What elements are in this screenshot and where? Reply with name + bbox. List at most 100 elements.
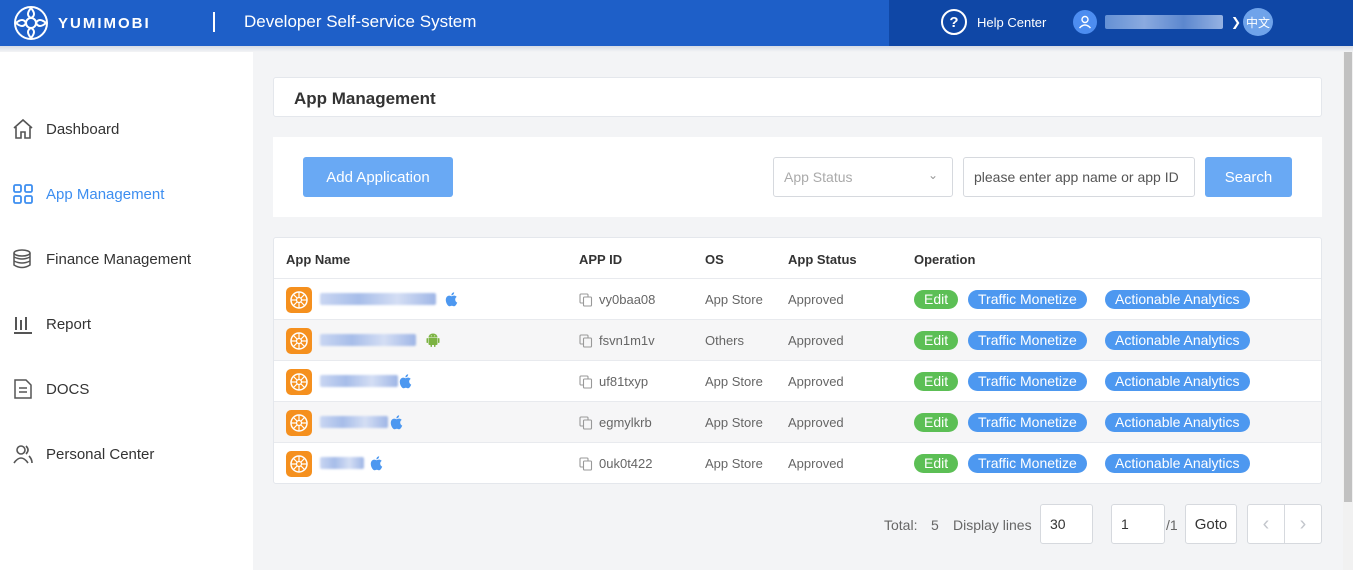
- apple-icon: [370, 456, 383, 471]
- app-status: Approved: [788, 333, 844, 348]
- app-name-redacted[interactable]: [320, 375, 398, 387]
- app-name-redacted[interactable]: [320, 416, 388, 428]
- sidebar-item-app-management[interactable]: App Management: [12, 183, 164, 205]
- toolbar: Add Application App Status ⌄ Search: [273, 137, 1322, 217]
- table-header: App Name APP ID OS App Status Operation: [274, 238, 1321, 279]
- table-row: vy0baa08 App Store Approved Edit Traffic…: [274, 279, 1321, 320]
- edit-button[interactable]: Edit: [914, 331, 959, 350]
- copy-icon[interactable]: [579, 416, 593, 430]
- edit-button[interactable]: Edit: [914, 290, 959, 309]
- sidebar-item-label: Report: [46, 315, 92, 333]
- app-status-select[interactable]: App Status ⌄: [773, 157, 953, 197]
- user-name-redacted: [1105, 15, 1223, 29]
- yumimobi-logo-icon: [14, 6, 48, 40]
- sidebar-item-label: Finance Management: [46, 250, 192, 268]
- sidebar-item-finance-management[interactable]: Finance Management: [12, 248, 191, 270]
- traffic-monetize-button[interactable]: Traffic Monetize: [968, 454, 1087, 473]
- app-status: Approved: [788, 292, 844, 307]
- table-row: egmylkrb App Store Approved Edit Traffic…: [274, 402, 1321, 443]
- page-number-input[interactable]: 1: [1111, 504, 1165, 544]
- chevron-down-icon: ❯: [1231, 15, 1242, 29]
- search-button[interactable]: Search: [1205, 157, 1292, 197]
- question-circle-icon: ?: [941, 9, 967, 35]
- table-row: uf81txyp App Store Approved Edit Traffic…: [274, 361, 1321, 402]
- app-status: Approved: [788, 374, 844, 389]
- scrollbar-thumb[interactable]: [1344, 52, 1352, 502]
- sidebar-item-personal-center[interactable]: Personal Center: [12, 443, 154, 465]
- sidebar-item-label: Personal Center: [46, 445, 155, 463]
- user-menu[interactable]: ❯: [1073, 10, 1241, 34]
- sidebar-item-docs[interactable]: DOCS: [12, 378, 89, 400]
- traffic-monetize-button[interactable]: Traffic Monetize: [968, 372, 1087, 391]
- display-lines-input[interactable]: 30: [1040, 504, 1093, 544]
- traffic-monetize-button[interactable]: Traffic Monetize: [968, 331, 1087, 350]
- app-os: Others: [705, 333, 745, 348]
- edit-button[interactable]: Edit: [914, 454, 959, 473]
- app-table: App Name APP ID OS App Status Operation …: [273, 237, 1322, 484]
- bar-chart-icon: [12, 313, 34, 335]
- copy-icon[interactable]: [579, 334, 593, 348]
- column-header-app-id: APP ID: [579, 252, 623, 267]
- app-icon: [286, 328, 312, 354]
- app-name-redacted[interactable]: [320, 334, 416, 346]
- apple-icon: [390, 415, 403, 430]
- logo-text: YUMIMOBI: [58, 14, 151, 32]
- app-id: 0uk0t422: [599, 456, 653, 471]
- app-os: App Store: [705, 292, 763, 307]
- app-status: Approved: [788, 415, 844, 430]
- actionable-analytics-button[interactable]: Actionable Analytics: [1105, 454, 1250, 473]
- sidebar-item-report[interactable]: Report: [12, 313, 91, 335]
- help-center-label: Help Center: [977, 14, 1047, 30]
- help-center-link[interactable]: ? Help Center: [941, 9, 1046, 35]
- app-os: App Store: [705, 415, 763, 430]
- column-header-operation: Operation: [914, 252, 976, 267]
- column-header-app-status: App Status: [788, 252, 857, 267]
- actionable-analytics-button[interactable]: Actionable Analytics: [1105, 331, 1250, 350]
- user-icon: [12, 443, 34, 465]
- page-title: App Management: [294, 89, 436, 108]
- column-header-os: OS: [705, 252, 724, 267]
- chevron-down-icon: ⌄: [927, 168, 938, 182]
- app-status-placeholder: App Status: [784, 169, 853, 185]
- edit-button[interactable]: Edit: [914, 413, 959, 432]
- actionable-analytics-button[interactable]: Actionable Analytics: [1105, 372, 1250, 391]
- grid-icon: [12, 183, 34, 205]
- actionable-analytics-button[interactable]: Actionable Analytics: [1105, 413, 1250, 432]
- app-name-redacted[interactable]: [320, 457, 364, 469]
- app-os: App Store: [705, 456, 763, 471]
- page-title-panel: App Management: [273, 77, 1322, 117]
- app-id: uf81txyp: [599, 374, 649, 389]
- copy-icon[interactable]: [579, 375, 593, 389]
- edit-button[interactable]: Edit: [914, 372, 959, 391]
- app-name-redacted[interactable]: [320, 293, 436, 305]
- copy-icon[interactable]: [579, 293, 593, 307]
- display-lines-label: Display lines: [953, 517, 1032, 533]
- sidebar-item-label: App Management: [46, 185, 165, 203]
- chevron-right-icon[interactable]: ›: [1284, 504, 1322, 544]
- search-input[interactable]: [963, 157, 1195, 197]
- add-application-button[interactable]: Add Application: [303, 157, 453, 197]
- sidebar-item-dashboard[interactable]: Dashboard: [12, 118, 119, 140]
- system-title: Developer Self-service System: [244, 12, 477, 31]
- logo[interactable]: YUMIMOBI: [12, 5, 151, 41]
- scrollbar[interactable]: [1343, 52, 1353, 570]
- goto-button[interactable]: Goto: [1185, 504, 1237, 544]
- language-switch-button[interactable]: 中文: [1243, 8, 1273, 36]
- app-icon: [286, 369, 312, 395]
- column-header-app-name: App Name: [286, 252, 351, 267]
- app-id: fsvn1m1v: [599, 333, 655, 348]
- sidebar-item-label: DOCS: [46, 380, 90, 398]
- copy-icon[interactable]: [579, 457, 593, 471]
- sidebar-item-label: Dashboard: [46, 120, 120, 138]
- app-id: egmylkrb: [599, 415, 652, 430]
- actionable-analytics-button[interactable]: Actionable Analytics: [1105, 290, 1250, 309]
- chevron-left-icon[interactable]: ‹: [1247, 504, 1285, 544]
- apple-icon: [399, 374, 412, 389]
- user-avatar-icon: [1073, 10, 1097, 34]
- app-id: vy0baa08: [599, 292, 656, 307]
- document-icon: [12, 378, 34, 400]
- app-icon: [286, 451, 312, 477]
- app-status: Approved: [788, 456, 844, 471]
- traffic-monetize-button[interactable]: Traffic Monetize: [968, 413, 1087, 432]
- traffic-monetize-button[interactable]: Traffic Monetize: [968, 290, 1087, 309]
